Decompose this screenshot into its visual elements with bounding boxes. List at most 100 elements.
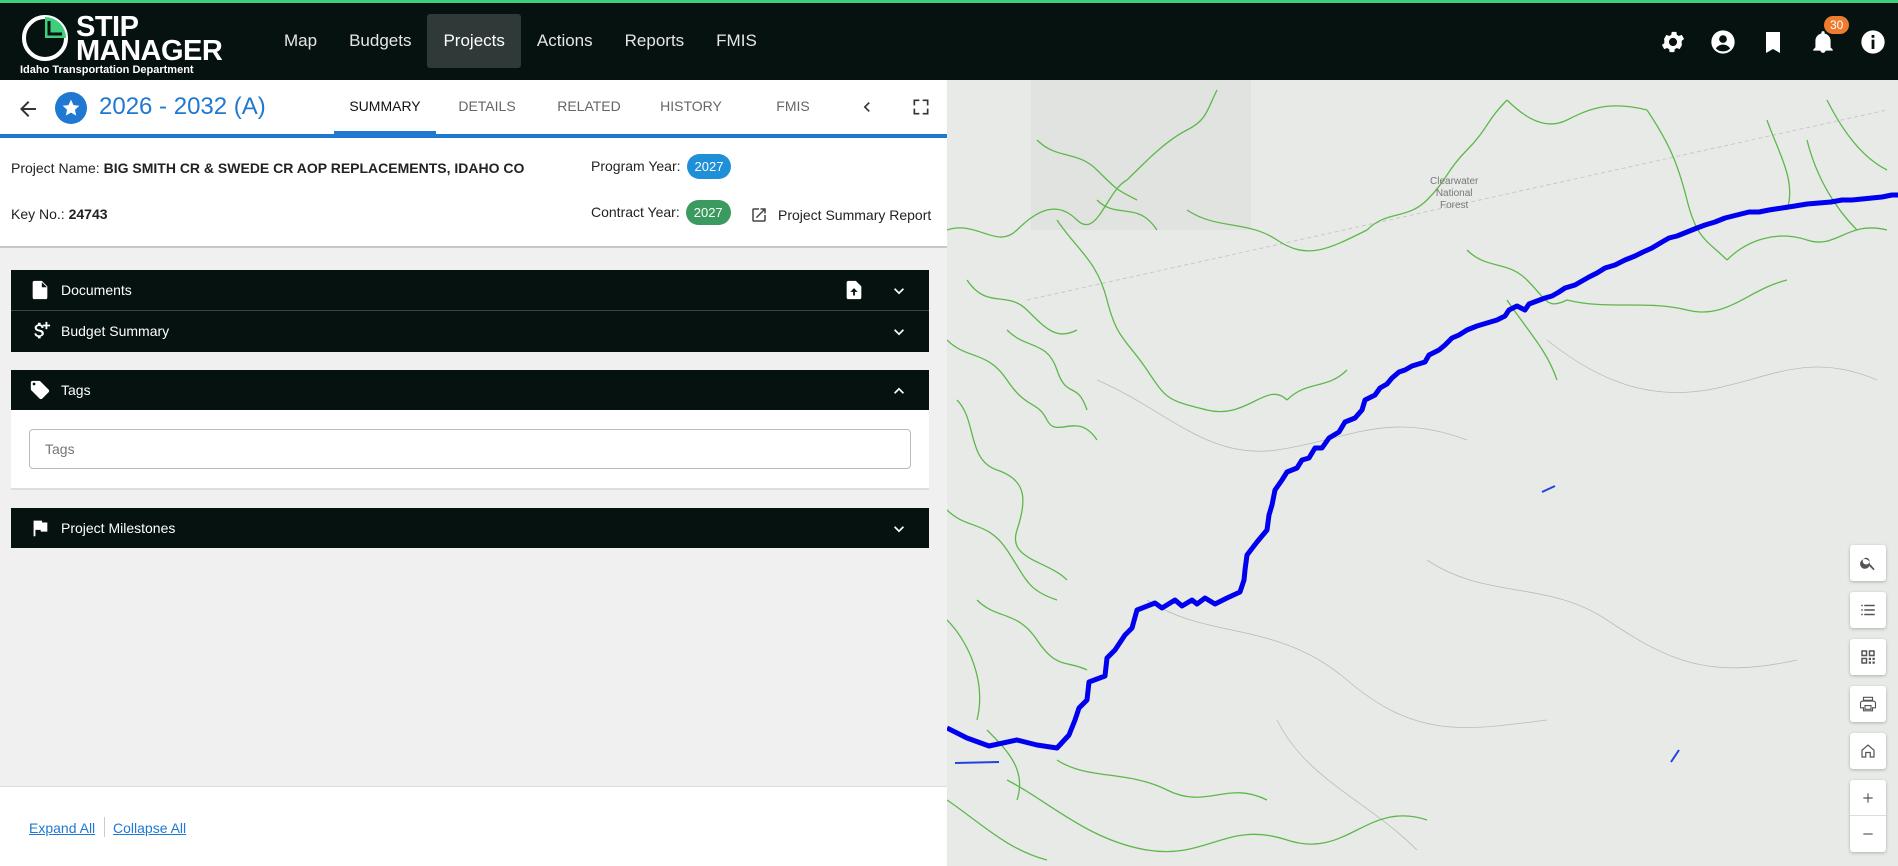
project-name-label: Project Name: bbox=[11, 160, 100, 176]
logo-line-2: MANAGER bbox=[76, 35, 223, 67]
nav-map[interactable]: Map bbox=[268, 14, 333, 68]
contract-year-row: Contract Year: 2027 bbox=[591, 200, 731, 225]
back-button[interactable] bbox=[16, 97, 40, 126]
map-legend-button[interactable] bbox=[1850, 592, 1886, 628]
chevron-down-icon bbox=[894, 526, 904, 533]
page-title: 2026 - 2032 (A) bbox=[99, 93, 266, 120]
map-label-clearwater: Clearwater National Forest bbox=[1430, 176, 1478, 212]
tab-details[interactable]: DETAILS bbox=[436, 80, 538, 134]
map-view[interactable]: Clearwater National Forest bbox=[947, 80, 1898, 866]
home-icon bbox=[1861, 744, 1875, 758]
budget-summary-title: Budget Summary bbox=[61, 323, 170, 339]
tags-input[interactable] bbox=[29, 429, 911, 469]
key-no-value: 24743 bbox=[68, 206, 108, 222]
project-milestones-title: Project Milestones bbox=[61, 520, 176, 536]
project-summary-report-label: Project Summary Report bbox=[778, 207, 932, 223]
map-print-button[interactable] bbox=[1850, 686, 1886, 722]
footer-divider bbox=[104, 817, 105, 837]
logo-subtitle: Idaho Transportation Department bbox=[20, 64, 194, 76]
star-icon bbox=[62, 99, 80, 116]
map-canvas bbox=[947, 80, 1898, 866]
notifications-button[interactable]: 30 bbox=[1798, 3, 1850, 80]
program-year-row: Program Year: 2027 bbox=[591, 154, 732, 179]
project-milestones-panel-header[interactable]: Project Milestones bbox=[11, 508, 929, 548]
top-bar: STIP MANAGER Idaho Transportation Depart… bbox=[0, 3, 1898, 80]
document-icon bbox=[32, 280, 48, 300]
main-nav: Map Budgets Projects Actions Reports FMI… bbox=[268, 14, 773, 68]
list-icon bbox=[1861, 604, 1875, 616]
documents-panel-header[interactable]: Documents bbox=[11, 270, 929, 311]
map-label-line-3: Forest bbox=[1440, 200, 1469, 211]
upload-file-icon[interactable] bbox=[843, 279, 865, 301]
chevron-down-icon bbox=[894, 329, 904, 336]
nav-budgets[interactable]: Budgets bbox=[333, 14, 427, 68]
bookmark-icon bbox=[1766, 31, 1780, 53]
favorite-button[interactable] bbox=[55, 92, 87, 124]
arrow-left-icon bbox=[20, 101, 36, 117]
nav-actions[interactable]: Actions bbox=[521, 14, 609, 68]
gear-icon bbox=[1661, 31, 1685, 52]
project-name-value: BIG SMITH CR & SWEDE CR AOP REPLACEMENTS… bbox=[103, 160, 525, 176]
open-in-new-icon bbox=[752, 208, 766, 222]
settings-button[interactable] bbox=[1648, 3, 1698, 80]
tab-fmis[interactable]: FMIS bbox=[742, 80, 844, 134]
contract-year-label: Contract Year: bbox=[591, 204, 680, 220]
program-year-label: Program Year: bbox=[591, 158, 681, 174]
info-button[interactable] bbox=[1848, 3, 1898, 80]
contract-year-badge: 2027 bbox=[685, 200, 731, 225]
map-zoom-control bbox=[1850, 780, 1886, 852]
chevron-left-icon bbox=[863, 102, 870, 112]
tags-panel-header[interactable]: Tags bbox=[11, 370, 929, 410]
panel-footer: Expand All Collapse All bbox=[0, 786, 947, 866]
fullscreen-icon bbox=[913, 99, 929, 115]
fullscreen-button[interactable] bbox=[911, 97, 931, 122]
zoom-in-button[interactable] bbox=[1850, 780, 1886, 816]
tabs-scroll-left-button[interactable] bbox=[857, 97, 877, 122]
zoom-out-button[interactable] bbox=[1850, 816, 1886, 852]
tab-related[interactable]: RELATED bbox=[538, 80, 640, 134]
account-button[interactable] bbox=[1698, 3, 1748, 80]
map-home-button[interactable] bbox=[1850, 733, 1886, 769]
logo-icon bbox=[22, 15, 68, 61]
bookmarks-button[interactable] bbox=[1748, 3, 1798, 80]
project-panel: 2026 - 2032 (A) SUMMARY DETAILS RELATED … bbox=[0, 80, 947, 866]
tab-summary[interactable]: SUMMARY bbox=[334, 80, 436, 134]
map-label-line-1: Clearwater bbox=[1430, 176, 1479, 187]
project-name-row: Project Name: BIG SMITH CR & SWEDE CR AO… bbox=[11, 160, 524, 176]
top-icons: 30 bbox=[1648, 3, 1898, 80]
qr-grid-icon bbox=[1861, 650, 1875, 664]
map-search-button[interactable] bbox=[1850, 545, 1886, 581]
documents-title: Documents bbox=[61, 282, 132, 298]
dollar-icon bbox=[34, 321, 51, 339]
program-year-badge: 2027 bbox=[686, 154, 732, 179]
tag-icon bbox=[30, 380, 50, 400]
minus-icon bbox=[1863, 833, 1873, 835]
notification-badge: 30 bbox=[1824, 16, 1850, 34]
project-summary-report-link[interactable]: Project Summary Report bbox=[750, 206, 931, 224]
project-tabs: SUMMARY DETAILS RELATED HISTORY FMIS bbox=[334, 80, 844, 134]
app-logo[interactable]: STIP MANAGER Idaho Transportation Depart… bbox=[18, 11, 223, 79]
print-icon bbox=[1859, 696, 1877, 712]
tags-title: Tags bbox=[61, 382, 91, 398]
budget-summary-panel-header[interactable]: Budget Summary bbox=[11, 311, 929, 352]
key-no-label: Key No.: bbox=[11, 206, 65, 222]
tab-history[interactable]: HISTORY bbox=[640, 80, 742, 134]
plus-icon bbox=[1863, 792, 1873, 803]
nav-reports[interactable]: Reports bbox=[609, 14, 701, 68]
collapse-all-link[interactable]: Collapse All bbox=[113, 820, 186, 836]
expand-all-link[interactable]: Expand All bbox=[29, 820, 95, 836]
map-layers-button[interactable] bbox=[1850, 639, 1886, 675]
key-no-row: Key No.: 24743 bbox=[11, 206, 108, 222]
chevron-up-icon bbox=[894, 387, 904, 394]
nav-fmis[interactable]: FMIS bbox=[700, 14, 773, 68]
account-circle-icon bbox=[1711, 29, 1735, 54]
chevron-down-icon bbox=[894, 288, 904, 295]
nav-projects[interactable]: Projects bbox=[427, 14, 521, 68]
map-label-line-2: National bbox=[1435, 188, 1473, 199]
flag-icon bbox=[33, 520, 48, 537]
project-info: Project Name: BIG SMITH CR & SWEDE CR AO… bbox=[0, 138, 947, 248]
info-icon bbox=[1861, 29, 1885, 54]
project-header: 2026 - 2032 (A) SUMMARY DETAILS RELATED … bbox=[0, 80, 947, 138]
tags-panel-body bbox=[11, 410, 929, 490]
search-icon bbox=[1860, 557, 1875, 571]
